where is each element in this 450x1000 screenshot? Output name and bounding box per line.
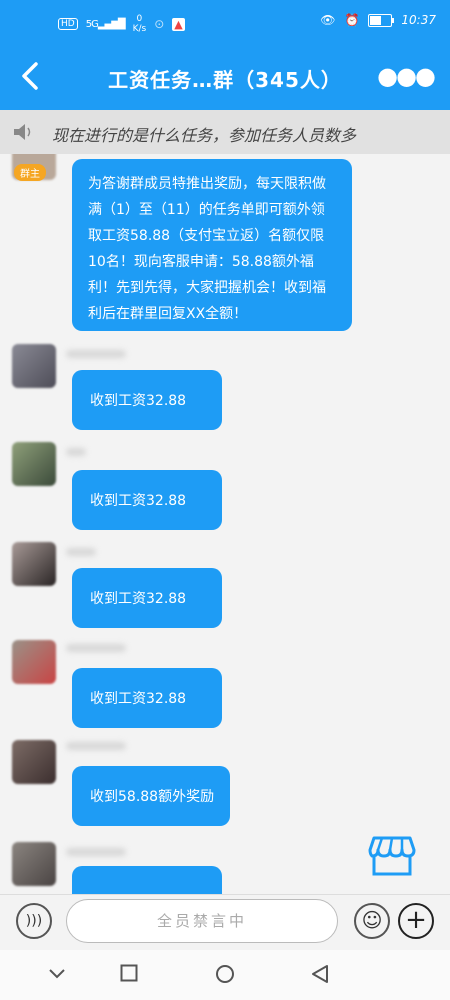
announcement-bar[interactable]: 现在进行的是什么任务，参加任务人员数多 bbox=[0, 110, 450, 154]
title-bar: 工资任务…群（345人） ●●● bbox=[0, 42, 450, 110]
message-bubble[interactable]: 收到工资32.88 bbox=[72, 568, 222, 628]
avatar[interactable] bbox=[12, 842, 56, 886]
sender-name bbox=[66, 548, 96, 556]
message-input[interactable]: 全员禁言中 bbox=[66, 899, 338, 943]
chat-list[interactable]: 群主 为答谢群成员特推出奖励，每天限积做满（1）至（11）的任务单即可额外领取工… bbox=[0, 154, 450, 894]
net-speed: 0 K/s bbox=[132, 14, 147, 34]
top-bar: HD 5G▂▄▆█ 0 K/s ⊙ ▲ 👁 ⏰ 10:37 工资任务…群（345人… bbox=[0, 0, 450, 110]
message-bubble[interactable]: 收到工资32.88 bbox=[72, 470, 222, 530]
sender-name bbox=[66, 644, 126, 652]
speaker-icon bbox=[14, 124, 31, 140]
app-notification-icon: ▲ bbox=[172, 17, 185, 31]
nav-home-icon[interactable] bbox=[215, 964, 235, 984]
store-icon[interactable] bbox=[368, 830, 416, 878]
message-bubble[interactable]: 收到58.88额外奖励 bbox=[72, 766, 230, 826]
system-nav-bar bbox=[0, 950, 450, 1000]
smiley-icon: ☺ bbox=[361, 908, 383, 932]
notification-icon: ⊙ bbox=[154, 17, 165, 31]
plus-icon: + bbox=[405, 905, 427, 935]
nav-back-icon[interactable] bbox=[310, 964, 330, 984]
avatar[interactable] bbox=[12, 542, 56, 586]
sender-name bbox=[66, 448, 86, 456]
voice-icon: ))) bbox=[25, 913, 43, 929]
alarm-icon: ⏰ bbox=[344, 13, 360, 27]
eye-icon: 👁 bbox=[320, 13, 336, 27]
avatar[interactable] bbox=[12, 740, 56, 784]
owner-badge: 群主 bbox=[14, 164, 46, 181]
message-bubble[interactable]: 收到工资32.88 bbox=[72, 668, 222, 728]
hd-badge: HD bbox=[58, 18, 78, 30]
sender-name bbox=[66, 742, 126, 750]
clock-time: 10:37 bbox=[401, 13, 436, 27]
nav-recents-icon[interactable] bbox=[120, 964, 138, 982]
input-bar: ))) 全员禁言中 ☺ + bbox=[0, 894, 450, 951]
sender-name bbox=[66, 350, 126, 358]
add-button[interactable]: + bbox=[398, 903, 434, 939]
signal-icon: 5G▂▄▆█ bbox=[85, 18, 126, 30]
more-button[interactable]: ●●● bbox=[377, 62, 436, 90]
message-bubble[interactable]: 为答谢群成员特推出奖励，每天限积做满（1）至（11）的任务单即可额外领取工资58… bbox=[72, 159, 352, 331]
message-bubble[interactable]: 收到工资32.88 bbox=[72, 370, 222, 430]
nav-down-icon[interactable] bbox=[48, 964, 66, 982]
battery-icon bbox=[368, 13, 395, 27]
sender-name bbox=[66, 848, 126, 856]
avatar[interactable] bbox=[12, 640, 56, 684]
announcement-text: 现在进行的是什么任务，参加任务人员数多 bbox=[52, 126, 357, 145]
avatar[interactable] bbox=[12, 344, 56, 388]
message-bubble[interactable] bbox=[72, 866, 222, 894]
status-bar: HD 5G▂▄▆█ 0 K/s ⊙ ▲ 👁 ⏰ 10:37 bbox=[0, 0, 450, 42]
avatar[interactable] bbox=[12, 442, 56, 486]
emoji-button[interactable]: ☺ bbox=[354, 903, 390, 939]
voice-button[interactable]: ))) bbox=[16, 903, 52, 939]
